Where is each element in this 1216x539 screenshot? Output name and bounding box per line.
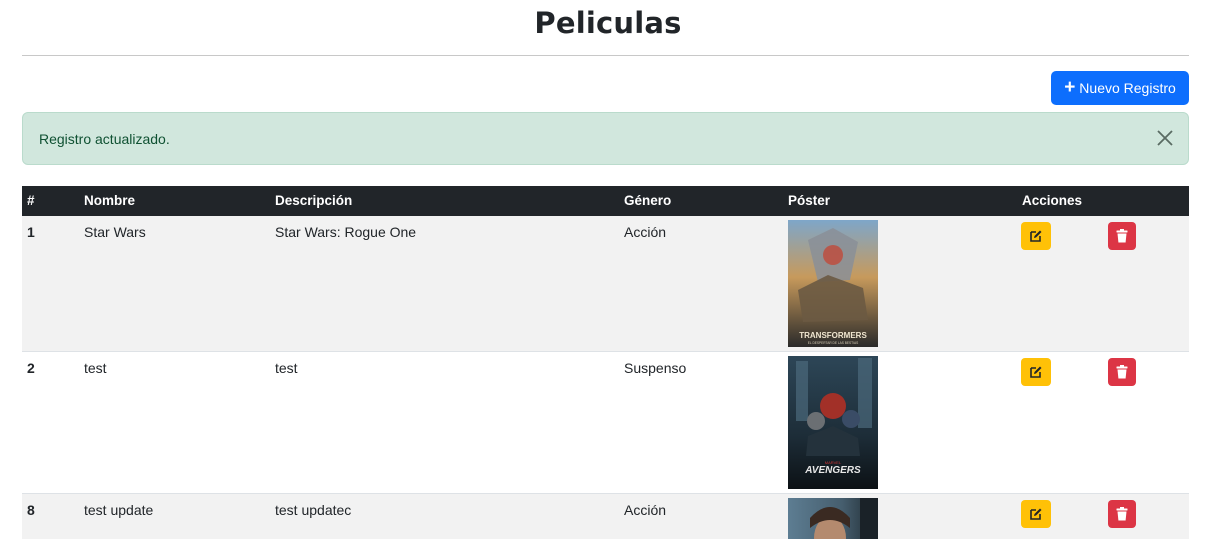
poster-image bbox=[788, 498, 878, 539]
edit-icon bbox=[1030, 230, 1042, 242]
header-nombre: Nombre bbox=[84, 193, 136, 208]
header-id: # bbox=[27, 193, 35, 208]
row-id: 2 bbox=[27, 360, 35, 376]
row-genero: Acción bbox=[624, 224, 667, 240]
edit-icon bbox=[1030, 366, 1042, 378]
plus-icon: + bbox=[1064, 76, 1076, 98]
trash-icon bbox=[1116, 229, 1128, 243]
edit-button[interactable] bbox=[1021, 500, 1051, 528]
title-divider bbox=[22, 55, 1189, 56]
delete-button[interactable] bbox=[1108, 358, 1136, 386]
delete-button[interactable] bbox=[1108, 222, 1136, 250]
page: Peliculas + Nuevo Registro Registro actu… bbox=[0, 0, 1216, 539]
new-record-button[interactable]: + Nuevo Registro bbox=[1051, 71, 1189, 105]
edit-icon bbox=[1030, 508, 1042, 520]
row-descripcion: Star Wars: Rogue One bbox=[275, 224, 417, 240]
table-row: 1 Star Wars Star Wars: Rogue One Acción bbox=[22, 216, 1189, 352]
row-id: 8 bbox=[27, 502, 35, 518]
trash-icon bbox=[1116, 507, 1128, 521]
row-descripcion: test bbox=[275, 360, 298, 376]
edit-button[interactable] bbox=[1021, 222, 1051, 250]
delete-button[interactable] bbox=[1108, 500, 1136, 528]
row-genero: Suspenso bbox=[624, 360, 687, 376]
alert-message: Registro actualizado. bbox=[39, 131, 170, 147]
header-descripcion: Descripción bbox=[275, 193, 353, 208]
header-acciones: Acciones bbox=[1022, 193, 1083, 208]
edit-button[interactable] bbox=[1021, 358, 1051, 386]
header-genero: Género bbox=[624, 193, 672, 208]
movies-table: # Nombre Descripción Género Póster Accio… bbox=[22, 186, 1189, 539]
new-record-label: Nuevo Registro bbox=[1079, 80, 1176, 96]
poster-image: MARVEL AVENGERS bbox=[788, 356, 878, 489]
header-poster: Póster bbox=[788, 193, 831, 208]
table-row: 2 test test Suspenso MARVEL AVENGERS bbox=[22, 352, 1189, 494]
row-nombre: test bbox=[84, 360, 107, 376]
row-nombre: Star Wars bbox=[84, 224, 146, 240]
row-id: 1 bbox=[27, 224, 35, 240]
row-nombre: test update bbox=[84, 502, 154, 518]
row-descripcion: test updatec bbox=[275, 502, 352, 518]
poster-title: TRANSFORMERS bbox=[799, 331, 867, 340]
success-alert: Registro actualizado. bbox=[22, 112, 1189, 165]
poster-subtitle: EL DESPERTAR DE LAS BESTIAS bbox=[808, 341, 858, 345]
table-header: # Nombre Descripción Género Póster Accio… bbox=[22, 186, 1189, 216]
page-title: Peliculas bbox=[534, 6, 682, 40]
poster-title: AVENGERS bbox=[804, 465, 861, 476]
poster-image: TRANSFORMERS EL DESPERTAR DE LAS BESTIAS bbox=[788, 220, 878, 347]
row-genero: Acción bbox=[624, 502, 667, 518]
trash-icon bbox=[1116, 365, 1128, 379]
table-row: 8 test update test updatec Acción bbox=[22, 494, 1189, 539]
close-icon bbox=[1157, 130, 1173, 146]
close-alert-button[interactable] bbox=[1156, 129, 1174, 147]
